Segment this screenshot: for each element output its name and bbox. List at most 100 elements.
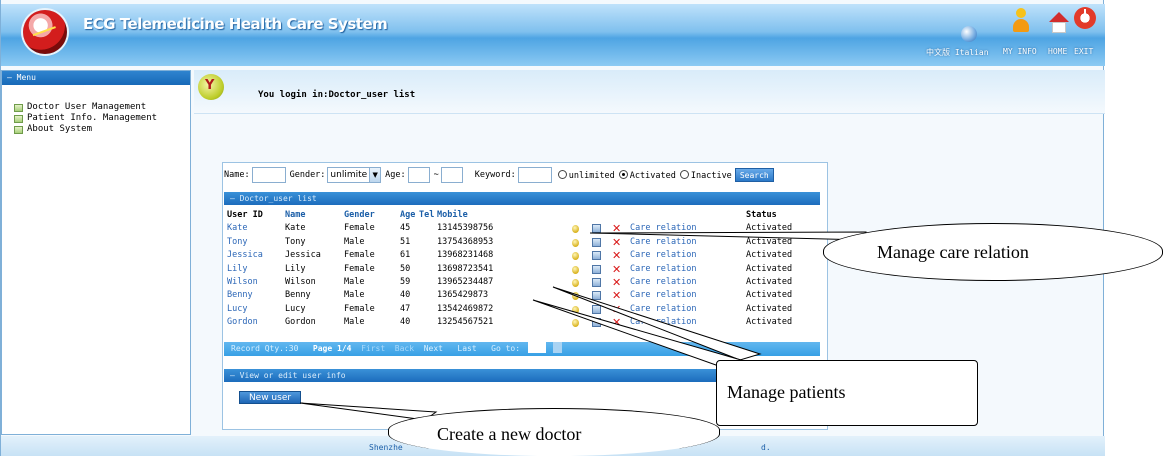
next-page-link[interactable]: Next bbox=[424, 344, 443, 353]
goto-page-input[interactable] bbox=[527, 342, 546, 353]
app-title: ECG Telemedicine Health Care System bbox=[83, 15, 388, 33]
view-icon[interactable] bbox=[572, 292, 579, 301]
user-id-link[interactable]: Lily bbox=[227, 263, 247, 276]
new-user-button[interactable]: New user bbox=[239, 391, 301, 404]
view-icon[interactable] bbox=[572, 278, 579, 287]
edit-icon[interactable] bbox=[592, 277, 601, 287]
delete-icon[interactable]: ✕ bbox=[612, 303, 621, 316]
delete-icon[interactable]: ✕ bbox=[612, 249, 621, 262]
cell-name: Tony bbox=[285, 236, 306, 247]
edit-icon[interactable] bbox=[592, 224, 601, 234]
col-user-id: User ID bbox=[227, 210, 263, 220]
cell-gender: Female bbox=[344, 303, 375, 314]
user-id-link[interactable]: Gordon bbox=[227, 316, 258, 329]
user-icon[interactable] bbox=[1010, 8, 1032, 32]
view-icon[interactable] bbox=[572, 225, 579, 234]
goto-button[interactable] bbox=[552, 342, 562, 353]
user-id-link[interactable]: Benny bbox=[227, 289, 253, 302]
user-id-link[interactable]: Wilson bbox=[227, 276, 258, 289]
age-min-input[interactable] bbox=[407, 167, 430, 183]
care-relation-link[interactable]: Care relation bbox=[630, 249, 697, 262]
name-input[interactable] bbox=[251, 167, 286, 183]
col-status: Status bbox=[746, 210, 777, 220]
edit-icon[interactable] bbox=[592, 304, 601, 314]
search-button[interactable]: Search bbox=[734, 168, 774, 182]
cell-age: 45 bbox=[400, 223, 411, 234]
home-link[interactable]: HOME bbox=[1048, 47, 1067, 56]
edit-icon[interactable] bbox=[592, 318, 601, 328]
sidebar-item-patient-info-management[interactable]: Patient Info. Management bbox=[14, 113, 190, 124]
first-page-link[interactable]: First bbox=[361, 344, 385, 353]
cell-gender: Male bbox=[344, 290, 365, 301]
cell-gender: Female bbox=[344, 250, 375, 261]
keyword-input[interactable] bbox=[517, 167, 552, 183]
delete-icon[interactable]: ✕ bbox=[612, 316, 621, 329]
gender-label: Gender: bbox=[289, 170, 326, 180]
col-tel: Tel bbox=[419, 210, 435, 220]
edit-icon[interactable] bbox=[592, 237, 601, 247]
view-icon[interactable] bbox=[572, 319, 579, 328]
my-info-link[interactable]: MY INFO bbox=[1003, 47, 1037, 56]
cell-status: Activated bbox=[746, 276, 793, 287]
language-switch[interactable]: 中文版 Italian bbox=[926, 47, 989, 58]
view-icon[interactable] bbox=[572, 305, 579, 314]
cell-name: Jessica bbox=[285, 250, 321, 261]
sidebar: — Menu Doctor User Management Patient In… bbox=[1, 70, 191, 435]
cell-status: Activated bbox=[746, 290, 793, 301]
table-row: Benny Benny Male 40 1365429873 Activated ✕ Care… bbox=[227, 289, 997, 302]
radio-inactive[interactable]: Inactive bbox=[679, 169, 732, 181]
view-icon[interactable] bbox=[572, 252, 579, 261]
callout-create-new-doctor: Create a new doctor bbox=[388, 408, 720, 456]
edit-icon[interactable] bbox=[592, 251, 601, 261]
callout-manage-care-relation: Manage care relation bbox=[823, 223, 1163, 281]
home-icon[interactable] bbox=[1049, 12, 1069, 34]
delete-icon[interactable]: ✕ bbox=[612, 222, 621, 235]
sidebar-item-about-system[interactable]: About System bbox=[14, 124, 190, 135]
cell-name: Kate bbox=[285, 223, 306, 234]
user-id-link[interactable]: Kate bbox=[227, 222, 247, 235]
age-max-input[interactable] bbox=[440, 167, 463, 183]
care-relation-link[interactable]: Care relation bbox=[630, 289, 697, 302]
radio-unlimited[interactable]: unlimited bbox=[557, 169, 615, 181]
sidebar-title[interactable]: — Menu bbox=[2, 71, 190, 85]
menu-item-icon bbox=[14, 125, 23, 134]
power-icon[interactable] bbox=[1074, 7, 1096, 29]
table-header-row: User ID Name Gender Age Tel Mobile Statu… bbox=[227, 209, 997, 222]
cell-name: Lucy bbox=[285, 303, 306, 314]
callout-manage-patients: Manage patients bbox=[716, 360, 978, 426]
goto-label: Go to: bbox=[491, 344, 521, 353]
care-relation-link[interactable]: Care relation bbox=[630, 236, 697, 249]
globe-icon[interactable] bbox=[961, 26, 977, 42]
user-id-link[interactable]: Jessica bbox=[227, 249, 263, 262]
header: ECG Telemedicine Health Care System 中文版 … bbox=[1, 4, 1105, 66]
view-icon[interactable] bbox=[572, 238, 579, 247]
user-id-link[interactable]: Tony bbox=[227, 236, 247, 249]
sidebar-item-doctor-user-management[interactable]: Doctor User Management bbox=[14, 102, 190, 113]
care-relation-link[interactable]: Care relation bbox=[630, 316, 697, 329]
delete-icon[interactable]: ✕ bbox=[612, 263, 621, 276]
radio-activated[interactable]: Activated bbox=[618, 169, 676, 181]
footer-text-left: Shenzhe bbox=[369, 443, 403, 452]
exit-link[interactable]: EXIT bbox=[1074, 47, 1093, 56]
care-relation-link[interactable]: Care relation bbox=[630, 263, 697, 276]
user-id-link[interactable]: Lucy bbox=[227, 303, 247, 316]
edit-icon[interactable] bbox=[592, 291, 601, 301]
radio-icon bbox=[679, 169, 689, 179]
cell-age: 61 bbox=[400, 250, 411, 261]
last-page-link[interactable]: Last bbox=[457, 344, 476, 353]
edit-icon[interactable] bbox=[592, 264, 601, 274]
delete-icon[interactable]: ✕ bbox=[612, 289, 621, 302]
care-relation-link[interactable]: Care relation bbox=[630, 276, 697, 289]
cell-age: 50 bbox=[400, 263, 411, 274]
page-indicator: Page 1/4 bbox=[312, 344, 352, 353]
care-relation-link[interactable]: Care relation bbox=[630, 303, 697, 316]
delete-icon[interactable]: ✕ bbox=[612, 236, 621, 249]
gender-select[interactable]: unlimite ▼ bbox=[327, 167, 382, 183]
care-relation-link[interactable]: Care relation bbox=[630, 222, 697, 235]
delete-icon[interactable]: ✕ bbox=[612, 276, 621, 289]
sidebar-menu: Doctor User Management Patient Info. Man… bbox=[2, 102, 190, 135]
back-page-link[interactable]: Back bbox=[395, 344, 414, 353]
view-icon[interactable] bbox=[572, 265, 579, 274]
welcome-icon bbox=[198, 74, 224, 100]
cell-gender: Female bbox=[344, 263, 375, 274]
